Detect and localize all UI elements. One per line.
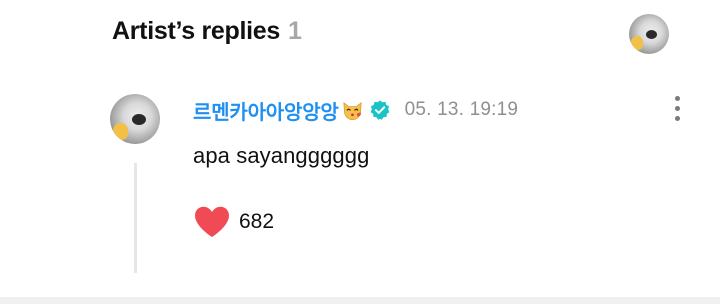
avatar-mouth (132, 114, 146, 125)
page-title: Artist’s replies 1 (112, 17, 302, 46)
dot (675, 116, 680, 121)
header-title-text: Artist’s replies (112, 17, 280, 45)
replies-header: Artist’s replies 1 (0, 0, 720, 66)
dot (675, 96, 680, 101)
avatar-mouth (646, 30, 657, 39)
header-avatar[interactable] (629, 14, 669, 54)
more-options-icon[interactable] (668, 94, 688, 124)
like-row: 682 (193, 204, 274, 240)
comment-meta: 르멘카아아앙앙앙 05. 13. 19:19 (193, 96, 518, 124)
reply-count: 1 (287, 17, 302, 45)
avatar-paw (113, 123, 128, 140)
avatar-paw (631, 36, 643, 50)
section-divider (0, 297, 720, 304)
like-count: 682 (239, 210, 275, 233)
heart-icon[interactable] (193, 205, 231, 239)
cat-kissing-icon (343, 101, 362, 120)
commenter-avatar[interactable] (110, 94, 160, 144)
verified-badge-icon (370, 100, 390, 120)
author-name[interactable]: 르멘카아아앙앙앙 (193, 96, 339, 125)
dot (675, 106, 680, 111)
thread-line (134, 163, 137, 273)
comment-text: apa sayangggggg (193, 143, 370, 168)
comment-timestamp: 05. 13. 19:19 (404, 99, 519, 120)
